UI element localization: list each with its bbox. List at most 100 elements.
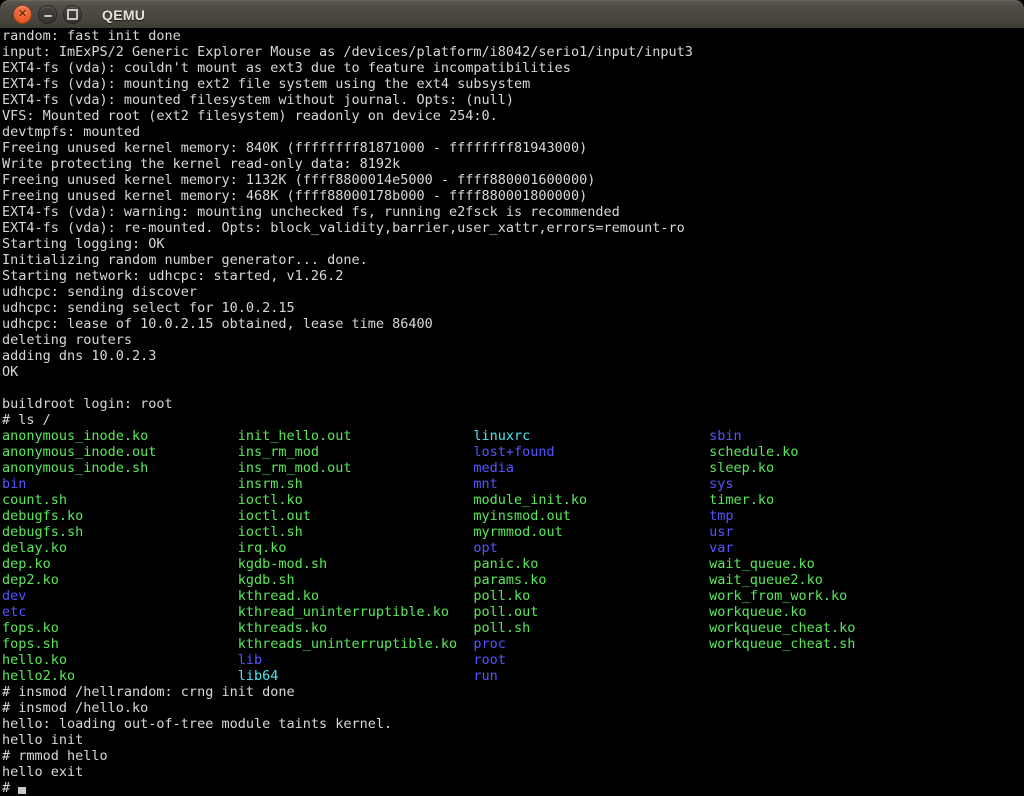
terminal-line: buildroot login: root — [2, 396, 1024, 412]
file-entry: mnt — [473, 476, 709, 492]
console-text — [2, 380, 10, 396]
terminal-line: Freeing unused kernel memory: 468K (ffff… — [2, 188, 1024, 204]
console-text: udhcpc: lease of 10.0.2.15 obtained, lea… — [2, 316, 433, 332]
file-entry: kthreads_uninterruptible.ko — [238, 636, 474, 652]
terminal-line: EXT4-fs (vda): mounted filesystem withou… — [2, 92, 1024, 108]
ls-row: dep2.kokgdb.shparams.kowait_queue2.ko — [2, 572, 1024, 588]
file-entry: var — [709, 540, 733, 556]
file-entry: ioctl.ko — [238, 492, 474, 508]
file-entry: myinsmod.out — [473, 508, 709, 524]
file-entry: linuxrc — [473, 428, 709, 444]
file-entry: wait_queue2.ko — [709, 572, 823, 588]
file-entry: sbin — [709, 428, 742, 444]
terminal-line: udhcpc: lease of 10.0.2.15 obtained, lea… — [2, 316, 1024, 332]
console-text: random: fast init done — [2, 28, 181, 44]
terminal-line: udhcpc: sending select for 10.0.2.15 — [2, 300, 1024, 316]
file-entry: opt — [473, 540, 709, 556]
terminal-line: Freeing unused kernel memory: 840K (ffff… — [2, 140, 1024, 156]
terminal-line: hello: loading out-of-tree module taints… — [2, 716, 1024, 732]
console-text: Starting network: udhcpc: started, v1.26… — [2, 268, 343, 284]
file-entry: count.sh — [2, 492, 238, 508]
file-entry: kthread_uninterruptible.ko — [238, 604, 474, 620]
ls-row: fops.shkthreads_uninterruptible.koprocwo… — [2, 636, 1024, 652]
terminal-line: Freeing unused kernel memory: 1132K (fff… — [2, 172, 1024, 188]
ls-row: bininsrm.shmntsys — [2, 476, 1024, 492]
console-text: VFS: Mounted root (ext2 filesystem) read… — [2, 108, 498, 124]
terminal-line: # insmod /hellrandom: crng init done — [2, 684, 1024, 700]
file-entry: debugfs.sh — [2, 524, 238, 540]
file-entry: fops.sh — [2, 636, 238, 652]
file-entry: myrmmod.out — [473, 524, 709, 540]
terminal-line: devtmpfs: mounted — [2, 124, 1024, 140]
file-entry: lost+found — [473, 444, 709, 460]
file-entry: fops.ko — [2, 620, 238, 636]
file-entry: anonymous_inode.ko — [2, 428, 238, 444]
ls-row: anonymous_inode.outins_rm_modlost+founds… — [2, 444, 1024, 460]
file-entry: ins_rm_mod.out — [238, 460, 474, 476]
terminal-line: Initializing random number generator... … — [2, 252, 1024, 268]
terminal-line: random: fast init done — [2, 28, 1024, 44]
file-entry: ioctl.sh — [238, 524, 474, 540]
ls-row: count.shioctl.komodule_init.kotimer.ko — [2, 492, 1024, 508]
file-entry: dep2.ko — [2, 572, 238, 588]
file-entry: ioctl.out — [238, 508, 474, 524]
terminal-line: # insmod /hello.ko — [2, 700, 1024, 716]
file-entry: media — [473, 460, 709, 476]
file-entry: workqueue_cheat.ko — [709, 620, 855, 636]
terminal-cursor — [18, 787, 26, 794]
ls-row: debugfs.shioctl.shmyrmmod.outusr — [2, 524, 1024, 540]
console-text: Freeing unused kernel memory: 1132K (fff… — [2, 172, 595, 188]
terminal-line: EXT4-fs (vda): warning: mounting uncheck… — [2, 204, 1024, 220]
terminal-line: # rmmod hello — [2, 748, 1024, 764]
terminal-line: # ls / — [2, 412, 1024, 428]
file-entry: lib64 — [238, 668, 474, 684]
console-text: deleting routers — [2, 332, 132, 348]
file-entry: poll.sh — [473, 620, 709, 636]
file-entry: irq.ko — [238, 540, 474, 556]
maximize-button[interactable] — [63, 5, 82, 24]
titlebar[interactable]: ✕ QEMU — [0, 0, 1024, 28]
file-entry: hello2.ko — [2, 668, 238, 684]
terminal[interactable]: random: fast init doneinput: ImExPS/2 Ge… — [0, 28, 1024, 796]
minimize-icon — [44, 15, 52, 17]
file-entry: bin — [2, 476, 238, 492]
console-text: Initializing random number generator... … — [2, 252, 368, 268]
console-text: # rmmod hello — [2, 748, 108, 764]
terminal-line: adding dns 10.0.2.3 — [2, 348, 1024, 364]
console-text: adding dns 10.0.2.3 — [2, 348, 156, 364]
file-entry: kgdb.sh — [238, 572, 474, 588]
file-entry: workqueue.ko — [709, 604, 807, 620]
terminal-line: OK — [2, 364, 1024, 380]
console-text: devtmpfs: mounted — [2, 124, 140, 140]
console-text: EXT4-fs (vda): mounted filesystem withou… — [2, 92, 514, 108]
file-entry: anonymous_inode.sh — [2, 460, 238, 476]
file-entry: work_from_work.ko — [709, 588, 847, 604]
ls-row: anonymous_inode.koinit_hello.outlinuxrcs… — [2, 428, 1024, 444]
terminal-line: EXT4-fs (vda): re-mounted. Opts: block_v… — [2, 220, 1024, 236]
terminal-line: EXT4-fs (vda): couldn't mount as ext3 du… — [2, 60, 1024, 76]
ls-row: debugfs.koioctl.outmyinsmod.outtmp — [2, 508, 1024, 524]
console-text: # ls / — [2, 412, 51, 428]
file-entry: panic.ko — [473, 556, 709, 572]
file-entry: lib — [238, 652, 474, 668]
terminal-line: deleting routers — [2, 332, 1024, 348]
file-entry: kthread.ko — [238, 588, 474, 604]
minimize-button[interactable] — [38, 5, 57, 24]
console-text: EXT4-fs (vda): warning: mounting uncheck… — [2, 204, 620, 220]
terminal-line: Starting network: udhcpc: started, v1.26… — [2, 268, 1024, 284]
file-entry: timer.ko — [709, 492, 774, 508]
close-icon: ✕ — [18, 9, 27, 20]
close-button[interactable]: ✕ — [13, 5, 32, 24]
ls-row: dep.kokgdb-mod.shpanic.kowait_queue.ko — [2, 556, 1024, 572]
console-text: hello init — [2, 732, 83, 748]
qemu-window: ✕ QEMU random: fast init doneinput: ImEx… — [0, 0, 1024, 796]
console-text: Freeing unused kernel memory: 468K (ffff… — [2, 188, 587, 204]
file-entry: dev — [2, 588, 238, 604]
file-entry: usr — [709, 524, 733, 540]
file-entry: dep.ko — [2, 556, 238, 572]
file-entry: tmp — [709, 508, 733, 524]
terminal-line: Write protecting the kernel read-only da… — [2, 156, 1024, 172]
file-entry: poll.ko — [473, 588, 709, 604]
file-entry: schedule.ko — [709, 444, 798, 460]
file-entry: etc — [2, 604, 238, 620]
